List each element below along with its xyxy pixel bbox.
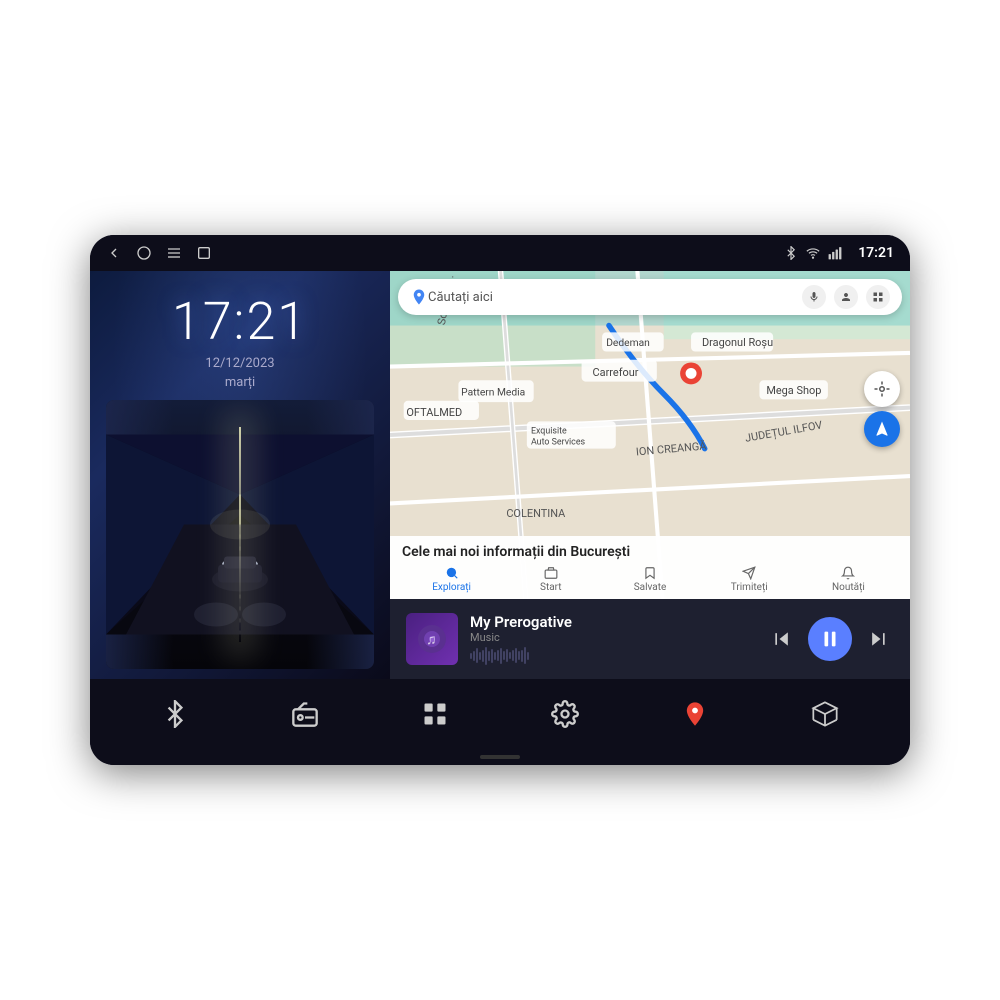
music-info: My Prerogative Music: [470, 613, 754, 666]
clock-time: 17:21: [172, 291, 308, 352]
car-display: 17:21 17:21 12/12/2023 marți: [90, 235, 910, 765]
tab-explorați-label: Explorați: [432, 582, 471, 593]
menu-icon[interactable]: [166, 245, 182, 261]
waveform-bar: [497, 650, 499, 661]
user-btn[interactable]: [834, 285, 858, 309]
map-search-bar[interactable]: Căutați aici: [398, 279, 902, 315]
map-search-text: Căutați aici: [428, 290, 802, 305]
home-icon[interactable]: [136, 245, 152, 261]
back-icon[interactable]: [106, 245, 122, 261]
nav-cube-btn[interactable]: [799, 688, 851, 740]
waveform-bar: [506, 649, 508, 662]
map-search-icons: [802, 285, 890, 309]
svg-text:Auto Services: Auto Services: [531, 438, 586, 448]
clock-day: marți: [225, 375, 255, 390]
waveform-bar: [518, 651, 520, 660]
nav-apps-btn[interactable]: [409, 688, 461, 740]
left-panel: 17:21 12/12/2023 marți: [90, 271, 390, 679]
waveform-bar: [482, 650, 484, 662]
waveform-bar: [476, 648, 478, 663]
nav-radio-btn[interactable]: [279, 688, 331, 740]
waveform-bar: [515, 648, 517, 663]
svg-text:Dedeman: Dedeman: [606, 336, 650, 349]
nav-icons: [106, 245, 212, 261]
waveform-bar: [521, 650, 523, 662]
nav-maps-btn[interactable]: [669, 688, 721, 740]
map-tab-explorați[interactable]: Explorați: [402, 566, 501, 593]
svg-text:Pattern Media: Pattern Media: [461, 385, 525, 398]
map-section[interactable]: Carrefour Dragonul Roșu Mega Shop OFTALM…: [390, 271, 910, 599]
bottom-handle: [90, 749, 910, 765]
map-tab-start[interactable]: Start: [501, 566, 600, 593]
tunnel-road: [106, 400, 374, 669]
mic-btn[interactable]: [802, 285, 826, 309]
waveform-bar: [485, 647, 487, 665]
map-tab-trimiteți[interactable]: Trimiteți: [700, 566, 799, 593]
album-art: ♫: [406, 613, 458, 665]
waveform-bar: [494, 652, 496, 660]
play-pause-btn[interactable]: [808, 617, 852, 661]
map-tab-salvate[interactable]: Salvate: [600, 566, 699, 593]
waveform-bar: [491, 649, 493, 663]
maps-pin-icon: [410, 288, 428, 306]
svg-text:Mega Shop: Mega Shop: [766, 384, 821, 397]
waveform-bar: [524, 647, 526, 664]
waveform-bar: [500, 648, 502, 664]
right-panel: Carrefour Dragonul Roșu Mega Shop OFTALM…: [390, 271, 910, 679]
road-svg: [106, 400, 374, 669]
map-tab-noutăți[interactable]: Noutăți: [799, 566, 898, 593]
svg-text:♫: ♫: [426, 632, 437, 648]
waveform-bar: [512, 650, 514, 661]
tab-noutăți-label: Noutăți: [832, 582, 865, 593]
prev-track-btn[interactable]: [766, 623, 798, 655]
music-subtitle: Music: [470, 631, 754, 644]
tab-trimiteți-label: Trimiteți: [731, 582, 768, 593]
music-waveform: [470, 646, 754, 666]
status-time: 17:21: [858, 245, 894, 261]
status-bar: 17:21: [90, 235, 910, 271]
clock-date: 12/12/2023: [205, 356, 274, 371]
main-area: 17:21 12/12/2023 marți: [90, 271, 910, 679]
bluetooth-status-icon: [784, 246, 798, 260]
bottom-nav: [90, 679, 910, 749]
recents-icon[interactable]: [196, 245, 212, 261]
map-navigate-btn[interactable]: [864, 411, 900, 447]
car-scene: [106, 400, 374, 669]
svg-text:Dragonul Roșu: Dragonul Roșu: [702, 336, 773, 349]
tab-start-label: Start: [540, 582, 562, 593]
svg-text:Carrefour: Carrefour: [593, 366, 639, 379]
map-info-tabs: Explorați Start Salvate: [402, 566, 898, 593]
music-section: ♫ My Prerogative Music: [390, 599, 910, 679]
handle-bar: [480, 755, 520, 759]
next-track-btn[interactable]: [862, 623, 894, 655]
waveform-bar: [473, 651, 475, 661]
grid-btn[interactable]: [866, 285, 890, 309]
svg-text:COLENTINA: COLENTINA: [506, 507, 565, 520]
map-info-banner: Cele mai noi informații din București Ex…: [390, 536, 910, 599]
nav-settings-btn[interactable]: [539, 688, 591, 740]
wifi-status-icon: [806, 246, 820, 260]
status-right-icons: 17:21: [784, 245, 894, 261]
waveform-bar: [509, 652, 511, 659]
map-target-btn[interactable]: [864, 371, 900, 407]
tab-salvate-label: Salvate: [634, 582, 667, 593]
waveform-bar: [503, 651, 505, 660]
waveform-bar: [479, 652, 481, 660]
music-title: My Prerogative: [470, 613, 754, 631]
waveform-bar: [488, 651, 490, 661]
waveform-bar: [527, 652, 529, 660]
music-controls: [766, 617, 894, 661]
nav-bluetooth-btn[interactable]: [149, 688, 201, 740]
waveform-bar: [470, 653, 472, 659]
signal-icon: [828, 246, 842, 260]
svg-text:OFTALMED: OFTALMED: [406, 406, 462, 419]
svg-text:Exquisite: Exquisite: [531, 427, 567, 437]
map-info-title: Cele mai noi informații din București: [402, 544, 898, 560]
